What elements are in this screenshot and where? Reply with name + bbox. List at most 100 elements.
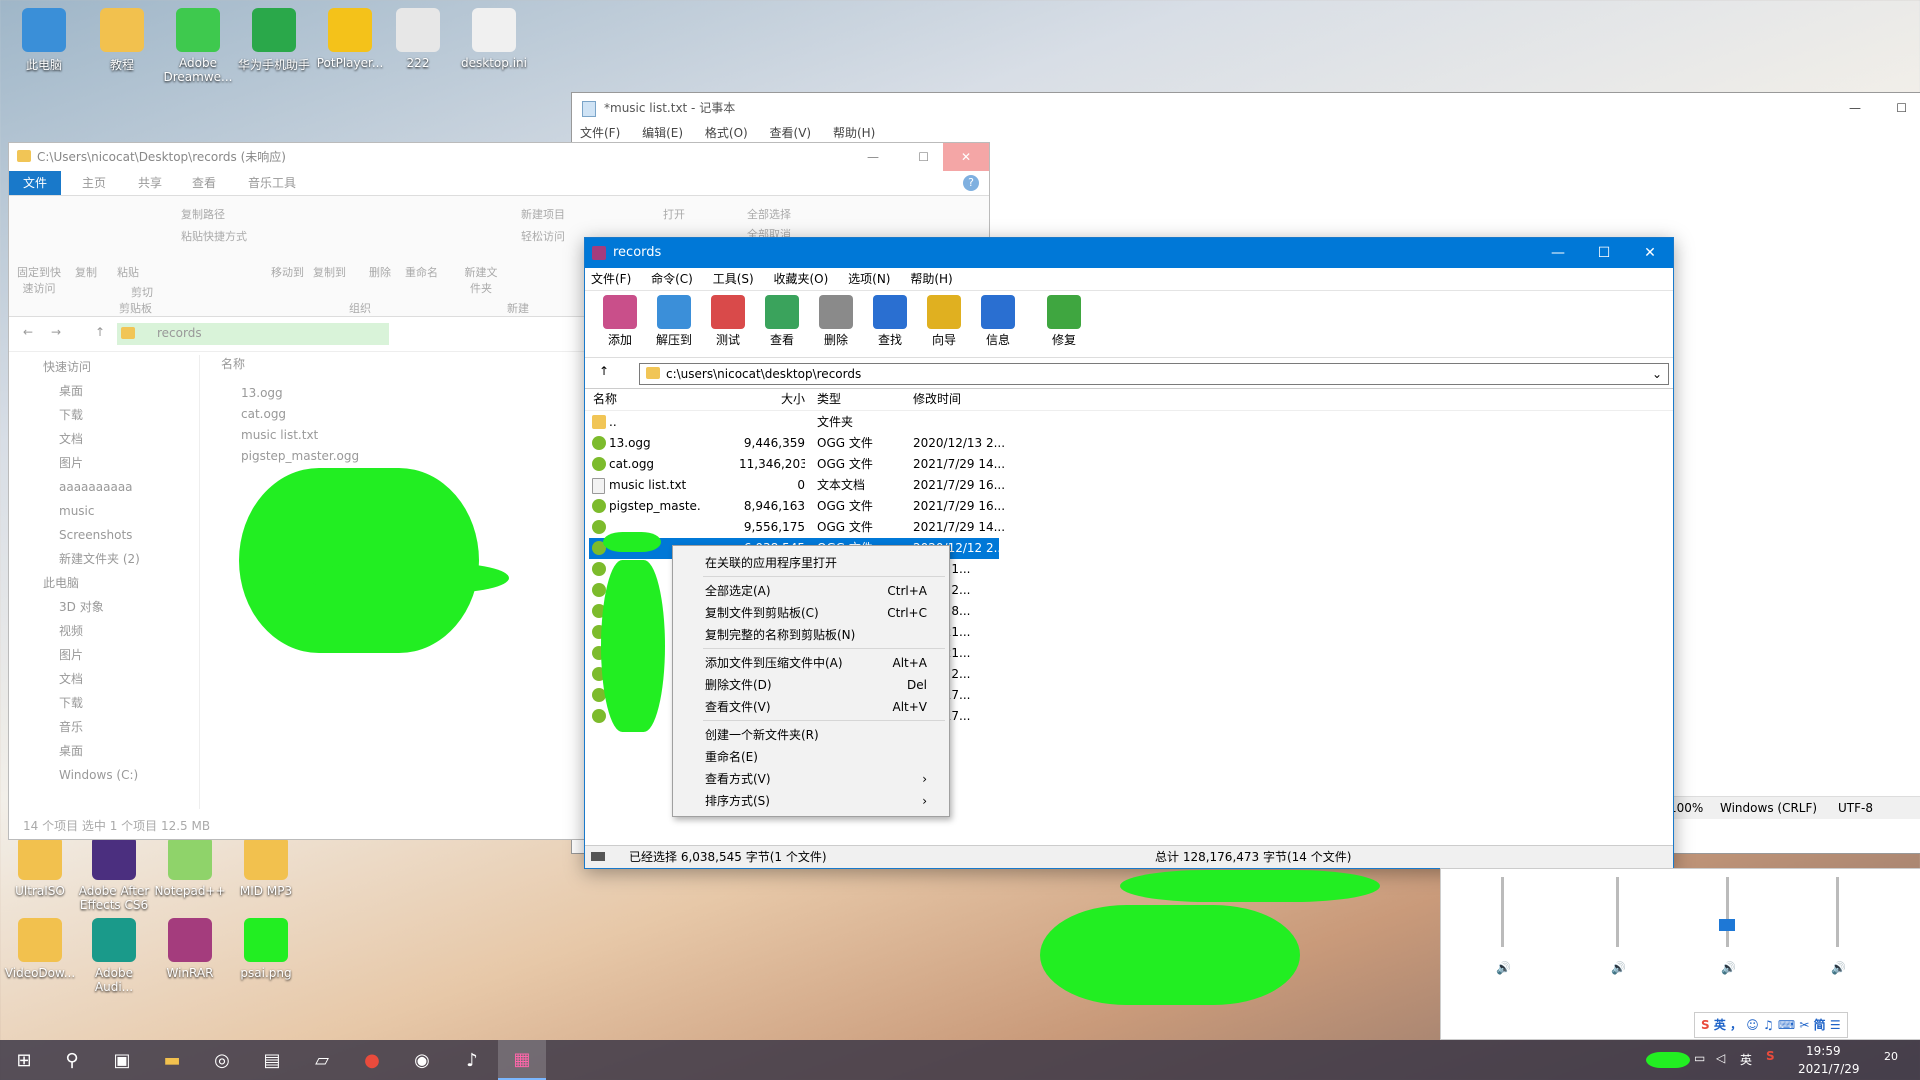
clock-date[interactable]: 2021/7/29 (1798, 1062, 1860, 1076)
move-to-button[interactable]: 移动到 (271, 264, 304, 280)
nav-item[interactable]: 快速访问 (9, 355, 199, 379)
pin-button[interactable]: 固定到快速访问 (15, 264, 63, 296)
desktop-icon[interactable]: 华为手机助手 (236, 8, 312, 73)
desktop-icon[interactable]: MID MP3 (228, 836, 304, 898)
desktop-icon[interactable]: UltraISO (2, 836, 78, 898)
delete-button[interactable]: 删除 (369, 264, 391, 280)
toolbar-button[interactable]: 查看 (757, 295, 807, 348)
nav-item[interactable]: 音乐 (9, 715, 199, 739)
menu-commands[interactable]: 命令(C) (651, 272, 693, 286)
paste-button[interactable]: 粘贴 (117, 264, 139, 280)
copy-button[interactable]: 复制 (75, 264, 97, 280)
context-menu-item[interactable]: 复制文件到剪贴板(C) Ctrl+C (673, 602, 949, 624)
speaker-icon[interactable]: 🔊 (1611, 961, 1626, 975)
list-item[interactable]: music list.txt (209, 425, 569, 446)
nav-item[interactable]: 桌面 (9, 379, 199, 403)
menu-icon[interactable]: ☰ (1830, 1018, 1841, 1032)
list-item[interactable]: 13.ogg (209, 383, 569, 404)
menu-options[interactable]: 选项(N) (848, 272, 890, 286)
nav-item[interactable]: 视频 (9, 619, 199, 643)
nav-item[interactable]: Screenshots (9, 523, 199, 547)
tab-view[interactable]: 查看 (179, 171, 229, 195)
context-menu-item[interactable]: 全部选定(A) Ctrl+A (673, 580, 949, 602)
volume-slider[interactable] (1836, 877, 1839, 947)
file-row[interactable]: 13.ogg 9,446,359 OGG 文件 2020/12/13 2... (589, 433, 1005, 454)
notepad-menu-view[interactable]: 查看(V) (770, 126, 812, 140)
sogou-icon[interactable]: S (1766, 1049, 1775, 1063)
nav-item[interactable]: music (9, 499, 199, 523)
context-menu-item[interactable]: 查看方式(V) › (673, 768, 949, 790)
menu-tools[interactable]: 工具(S) (713, 272, 754, 286)
toolbar-button[interactable]: 修复 (1039, 295, 1089, 348)
volume-slider[interactable] (1501, 877, 1504, 947)
file-row[interactable]: pigstep_maste... 8,946,163 OGG 文件 2021/7/29… (589, 496, 1005, 517)
rename-button[interactable]: 重命名 (405, 264, 438, 280)
context-menu-item[interactable]: 删除文件(D) Del (673, 674, 949, 696)
context-menu-item[interactable]: 在关联的应用程序里打开 (673, 552, 949, 574)
minimize-icon[interactable]: — (1849, 93, 1861, 123)
context-menu-item[interactable]: 添加文件到压缩文件中(A) Alt+A (673, 652, 949, 674)
desktop-icon[interactable]: Adobe After Effects CS6 (76, 836, 152, 912)
chrome-icon[interactable]: ● (348, 1040, 396, 1080)
desktop-icon[interactable]: VideoDow... (2, 918, 78, 980)
settings-icon[interactable]: ◎ (198, 1040, 246, 1080)
clock-time[interactable]: 19:59 (1806, 1044, 1841, 1058)
paste-shortcut-button[interactable]: 粘贴快捷方式 (181, 228, 247, 244)
new-item-button[interactable]: 新建项目 (521, 206, 565, 222)
tab-share[interactable]: 共享 (125, 171, 175, 195)
up-folder-icon[interactable]: ↑ (599, 364, 609, 378)
tools-icon[interactable]: ✂ (1799, 1018, 1809, 1032)
keyboard-icon[interactable]: ⌨ (1778, 1018, 1795, 1032)
header-size[interactable]: 大小 (757, 388, 805, 410)
nav-item[interactable]: Windows (C:) (9, 763, 199, 787)
volume-slider[interactable] (1616, 877, 1619, 947)
minimize-icon[interactable]: — (1535, 238, 1581, 268)
up-icon[interactable]: ↑ (95, 325, 105, 339)
volume-slider-thumb[interactable] (1719, 919, 1735, 931)
desktop-icon[interactable]: 此电脑 (6, 8, 82, 73)
file-row[interactable]: music list.txt 0 文本文档 2021/7/29 16... (589, 475, 1005, 496)
tab-home[interactable]: 主页 (69, 171, 119, 195)
header-modified[interactable]: 修改时间 (913, 388, 961, 410)
menu-file[interactable]: 文件(F) (591, 272, 631, 286)
toolbar-button[interactable]: 查找 (865, 295, 915, 348)
context-menu-item[interactable]: 复制完整的名称到剪贴板(N) (673, 624, 949, 646)
desktop-icon[interactable]: psai.png (228, 918, 304, 980)
context-menu-item[interactable]: 创建一个新文件夹(R) (673, 724, 949, 746)
maximize-icon[interactable]: ☐ (1896, 93, 1907, 123)
context-menu-item[interactable]: 排序方式(S) › (673, 790, 949, 812)
notepad-menu-edit[interactable]: 编辑(E) (642, 126, 683, 140)
voice-icon[interactable]: ♫ (1763, 1018, 1774, 1032)
forward-icon[interactable]: → (51, 325, 61, 339)
ime-indicator[interactable]: 英 (1740, 1051, 1752, 1068)
toolbar-button[interactable]: 向导 (919, 295, 969, 348)
back-icon[interactable]: ← (23, 325, 33, 339)
emoji-icon[interactable]: ☺ (1746, 1018, 1759, 1032)
maximize-icon[interactable]: ☐ (918, 143, 929, 171)
desktop-icon[interactable]: PotPlayer... (312, 8, 388, 70)
desktop-icon[interactable]: Notepad++ (152, 836, 228, 898)
toolbar-button[interactable]: 添加 (595, 295, 645, 348)
notepad-icon[interactable]: ▱ (298, 1040, 346, 1080)
nav-item[interactable]: 3D 对象 (9, 595, 199, 619)
start-button[interactable]: ⊞ (0, 1040, 48, 1080)
close-icon[interactable]: ✕ (943, 143, 989, 171)
context-menu-item[interactable]: 重命名(E) (673, 746, 949, 768)
cut-button[interactable]: 剪切 (131, 284, 153, 300)
context-menu-item[interactable]: 查看文件(V) Alt+V (673, 696, 949, 718)
file-explorer-icon[interactable]: ▬ (148, 1040, 196, 1080)
open-button[interactable]: 打开 (663, 206, 685, 222)
toolbar-button[interactable]: 测试 (703, 295, 753, 348)
desktop-icon[interactable]: WinRAR (152, 918, 228, 980)
copy-path-button[interactable]: 复制路径 (181, 206, 225, 222)
toolbar-button[interactable]: 信息 (973, 295, 1023, 348)
notepad-menu-file[interactable]: 文件(F) (580, 126, 620, 140)
ime-mode[interactable]: 英 (1714, 1018, 1726, 1032)
tab-music-tools[interactable]: 音乐工具 (237, 171, 307, 195)
header-type[interactable]: 类型 (817, 388, 841, 410)
desktop-icon[interactable]: 222 (380, 8, 456, 70)
winrar-taskbar-icon[interactable]: ▦ (498, 1040, 546, 1080)
nav-item[interactable]: 图片 (9, 643, 199, 667)
menu-help[interactable]: 帮助(H) (910, 272, 952, 286)
file-row[interactable]: cat.ogg 11,346,203 OGG 文件 2021/7/29 14... (589, 454, 1005, 475)
